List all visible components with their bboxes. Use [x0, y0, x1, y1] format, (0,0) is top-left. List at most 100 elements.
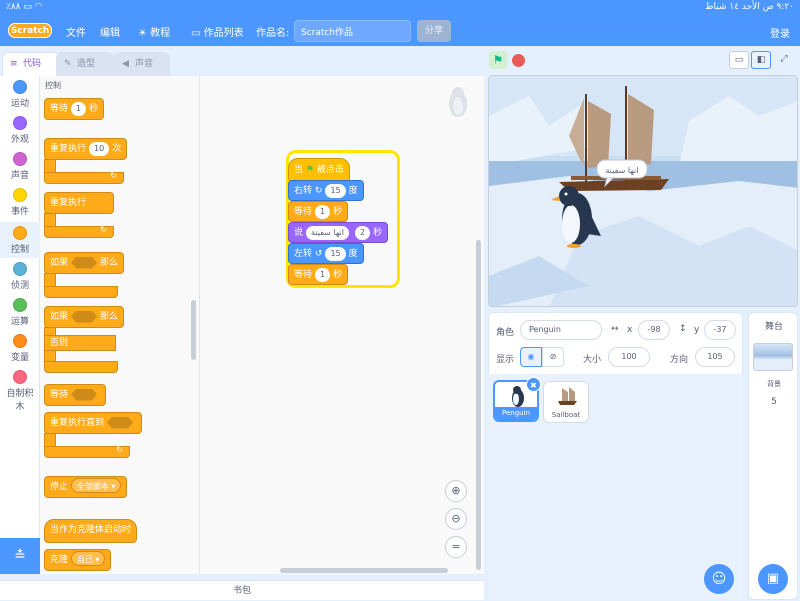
category-dot — [13, 334, 27, 348]
category-menu: 运动 外观 声音 事件 控制 侦测 运算 变量 自制积木 — [0, 76, 40, 574]
small-stage-icon: ▭ — [734, 55, 744, 65]
add-backdrop-button[interactable]: ▣ — [758, 564, 788, 594]
menu-edit[interactable]: 编辑 — [100, 24, 120, 39]
x-input[interactable]: -98 — [638, 320, 670, 340]
menu-tutorials[interactable]: ☀ 教程 — [138, 24, 170, 39]
zoom-in-button[interactable]: ⊕ — [445, 480, 467, 502]
category-my-blocks[interactable]: 自制积木 — [0, 370, 40, 412]
zoom-out-icon: ⊖ — [451, 512, 461, 525]
zoom-out-button[interactable]: ⊖ — [445, 508, 467, 530]
project-title-input[interactable]: Scratch作品 — [294, 20, 411, 42]
block-when-clone-starts[interactable]: 当作为克隆体启动时 — [44, 519, 138, 543]
stage-scene: انها سفينة — [489, 76, 797, 306]
block-wait-until[interactable]: 等待 — [44, 384, 107, 406]
block-turn-left[interactable]: 左转 ↺ 15 度 — [288, 243, 364, 264]
tab-sounds[interactable]: ◀ 声音 — [114, 52, 170, 76]
category-label: 运动 — [10, 99, 29, 109]
block-repeat[interactable]: 重复执行 10 次 — [44, 138, 128, 160]
block-wait[interactable]: 等待 1 秒 — [44, 98, 105, 120]
category-sound[interactable]: 声音 — [0, 152, 40, 181]
menu-file[interactable]: 文件 — [66, 24, 86, 39]
add-extension-button[interactable]: ≛ — [0, 538, 40, 574]
block-input[interactable]: 1 — [315, 268, 331, 282]
condition-slot[interactable] — [71, 388, 98, 401]
block-turn-right[interactable]: 右转 ↻ 15 度 — [288, 180, 364, 201]
category-events[interactable]: 事件 — [0, 188, 40, 217]
green-flag-button[interactable]: ⚑ — [489, 51, 507, 69]
category-control[interactable]: 控制 — [0, 222, 40, 258]
condition-slot[interactable] — [71, 310, 98, 323]
block-if-else[interactable]: 如果 那么 — [44, 306, 125, 328]
stop-dropdown[interactable]: 全部脚本 ▾ — [70, 478, 122, 493]
zoom-reset-icon: = — [451, 540, 461, 553]
green-flag-icon: ⚑ — [492, 53, 504, 67]
block-label: 克隆 — [50, 555, 69, 565]
loop-arrow-icon: ↻ — [116, 445, 123, 454]
block-forever[interactable]: 重复执行 — [44, 192, 114, 214]
block-input[interactable]: 2 — [355, 226, 371, 240]
y-input[interactable]: -37 — [704, 320, 736, 340]
block-wait[interactable]: 等待 1 秒 — [288, 264, 349, 285]
tab-costumes[interactable]: ✎ 造型 — [56, 52, 114, 76]
show-hidden-button[interactable]: ⊘ — [542, 347, 564, 367]
backdrop-thumbnail[interactable] — [753, 343, 793, 371]
sprite-thumb-sailboat[interactable]: Sailboat — [543, 381, 589, 423]
category-motion[interactable]: 运动 — [0, 80, 40, 109]
green-flag-icon: ⚑ — [305, 165, 314, 175]
block-stop[interactable]: 停止 全部脚本 ▾ — [44, 476, 128, 498]
backpack-bar[interactable]: 书包 — [0, 580, 484, 600]
block-if[interactable]: 如果 那么 — [44, 252, 125, 274]
block-input[interactable]: 10 — [89, 142, 110, 156]
block-label: 说 — [294, 228, 304, 238]
sprite-name-input[interactable]: Penguin — [520, 320, 602, 340]
category-sensing[interactable]: 侦测 — [0, 262, 40, 291]
delete-sprite-button[interactable]: ✖ — [526, 377, 541, 392]
sprite-thumb-penguin[interactable]: Penguin ✖ — [493, 377, 541, 422]
size-input[interactable]: 100 — [608, 347, 650, 367]
block-input[interactable]: 15 — [325, 184, 346, 198]
block-label: 重复执行直到 — [50, 418, 105, 428]
block-say-for-secs[interactable]: 说 انها سفينة 2 秒 — [288, 222, 389, 243]
show-visible-button[interactable]: ◉ — [520, 347, 542, 367]
category-operators[interactable]: 运算 — [0, 298, 40, 327]
block-wait[interactable]: 等待 1 秒 — [288, 201, 349, 222]
block-repeat-until[interactable]: 重复执行直到 — [44, 412, 143, 434]
battery-icon: ▭ — [23, 2, 32, 12]
block-label: 度 — [348, 249, 358, 259]
category-looks[interactable]: 外观 — [0, 116, 40, 145]
scratch-logo[interactable]: Scratch — [8, 23, 52, 38]
stop-button[interactable] — [512, 54, 525, 67]
stage-selector-pane[interactable]: 舞台 背景 5 — [748, 312, 798, 600]
large-stage-icon: ◧ — [756, 55, 766, 65]
tab-code[interactable]: ≡ 代码 — [2, 52, 60, 76]
block-input[interactable]: 15 — [325, 247, 346, 261]
x-arrows-icon: ↔ — [611, 324, 619, 334]
condition-slot[interactable] — [107, 416, 134, 429]
block-create-clone[interactable]: 克隆 自己 ▾ — [44, 549, 112, 571]
add-sprite-button[interactable]: ☺ — [704, 564, 734, 594]
condition-slot[interactable] — [71, 256, 98, 269]
category-variables[interactable]: 变量 — [0, 334, 40, 363]
small-stage-button[interactable]: ▭ — [729, 51, 749, 69]
login-link[interactable]: 登录 — [770, 25, 790, 40]
block-when-flag-clicked[interactable]: 当 ⚑ 被点击 — [288, 158, 350, 182]
block-input-text[interactable]: انها سفينة — [306, 226, 349, 240]
block-input[interactable]: 1 — [71, 102, 87, 116]
block-input[interactable]: 1 — [315, 205, 331, 219]
script-scrollbar-vertical[interactable] — [476, 240, 481, 570]
block-label: 等待 — [50, 104, 69, 114]
stage-canvas[interactable]: انها سفينة — [488, 75, 798, 307]
project-title-label: 作品名: — [256, 28, 290, 39]
script-scrollbar-horizontal[interactable] — [280, 568, 448, 573]
fullscreen-button[interactable]: ⤢ — [774, 51, 794, 69]
penguin-thumbnail-icon — [512, 386, 524, 407]
category-label: 声音 — [10, 171, 29, 181]
share-button[interactable]: 分享 — [417, 20, 451, 42]
c-block-arm — [44, 433, 56, 447]
clone-dropdown[interactable]: 自己 ▾ — [70, 551, 106, 566]
direction-input[interactable]: 105 — [695, 347, 735, 367]
menu-my-stuff[interactable]: ▭ 作品列表 — [191, 24, 244, 39]
large-stage-button[interactable]: ◧ — [751, 51, 771, 69]
zoom-reset-button[interactable]: = — [445, 536, 467, 558]
palette-scrollbar[interactable] — [191, 300, 196, 360]
